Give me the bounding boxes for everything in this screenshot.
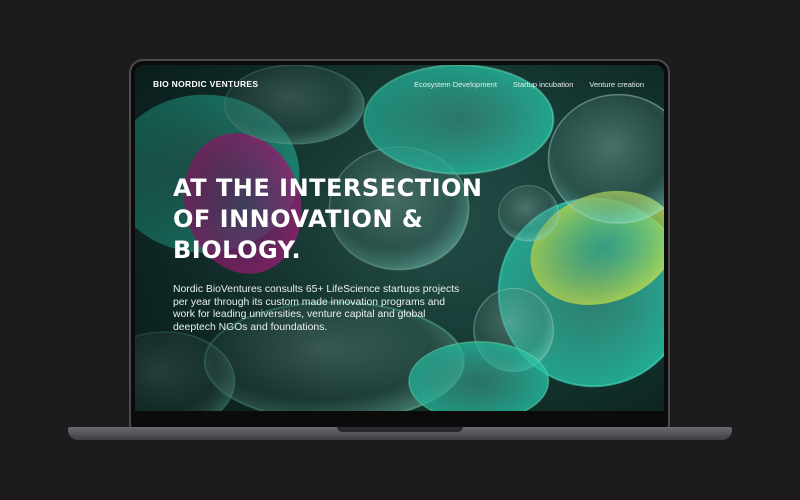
laptop-frame: BIO NORDIC VENTURES Ecosystem Developmen… bbox=[129, 59, 670, 429]
hero-description: Nordic BioVentures consults 65+ LifeScie… bbox=[173, 284, 460, 333]
top-navigation: BIO NORDIC VENTURES Ecosystem Developmen… bbox=[135, 65, 664, 103]
laptop-screen: BIO NORDIC VENTURES Ecosystem Developmen… bbox=[135, 65, 664, 411]
hero-title-line: AT THE INTERSECTION bbox=[173, 174, 483, 202]
nav-menu: Ecosystem Development Startup incubation… bbox=[414, 80, 644, 89]
brand-logo[interactable]: BIO NORDIC VENTURES bbox=[153, 79, 258, 89]
nav-item-ecosystem-development[interactable]: Ecosystem Development bbox=[414, 80, 497, 89]
nav-item-startup-incubation[interactable]: Startup incubation bbox=[513, 80, 573, 89]
hero-title: AT THE INTERSECTION OF INNOVATION & BIOL… bbox=[173, 173, 483, 266]
hero-title-line: OF INNOVATION & bbox=[173, 205, 424, 233]
laptop-base-notch bbox=[337, 427, 463, 432]
hero-title-line: BIOLOGY. bbox=[173, 236, 302, 264]
nav-item-venture-creation[interactable]: Venture creation bbox=[589, 80, 644, 89]
